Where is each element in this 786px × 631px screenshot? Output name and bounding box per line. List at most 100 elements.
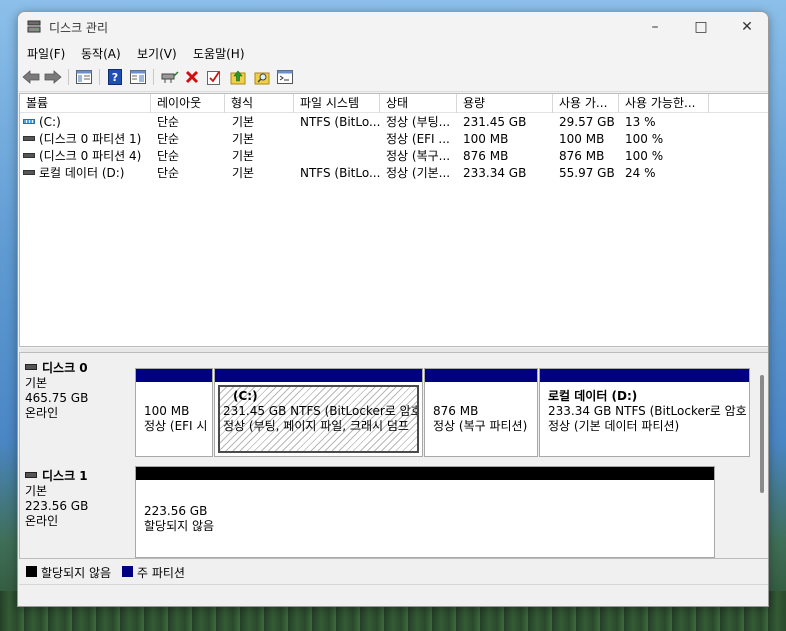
volume-type: 기본 — [232, 132, 255, 146]
volume-file-system: NTFS (BitLo... — [300, 166, 380, 180]
unallocated-legend-swatch — [26, 566, 37, 577]
volume-row[interactable]: (C:) 단순 기본 NTFS (BitLo... 정상 (부팅... 231.… — [20, 114, 768, 131]
volume-layout: 단순 — [157, 149, 180, 163]
disk-state: 온라인 — [25, 514, 59, 528]
volume-capacity: 100 MB — [463, 132, 509, 146]
volume-status: 정상 (EFI ... — [386, 132, 450, 146]
unallocated-space[interactable]: 223.56 GB 할당되지 않음 — [135, 466, 715, 558]
maximize-icon: □ — [694, 19, 708, 35]
up-folder-icon — [230, 70, 246, 85]
disk-map: 디스크 0 기본 465.75 GB 온라인 100 MB 정상 (EFI 시 … — [19, 352, 768, 559]
disk-map-scrollbar[interactable] — [760, 375, 764, 493]
partition-d[interactable]: 로컬 데이터 (D:) 233.34 GB NTFS (BitLocker로 암… — [539, 368, 750, 457]
toolbar-separator — [153, 69, 154, 85]
partition-body: 876 MB 정상 (복구 파티션) — [428, 385, 534, 453]
window-title: 디스크 관리 — [49, 21, 109, 35]
unallocated-legend-label: 할당되지 않음 — [41, 566, 112, 580]
close-icon: ✕ — [741, 19, 753, 35]
volume-row[interactable]: 로컬 데이터 (D:) 단순 기본 NTFS (BitLo... 정상 (기본.… — [20, 165, 768, 182]
primary-partition-legend-label: 주 파티션 — [137, 566, 185, 580]
show-pane-button[interactable] — [128, 67, 148, 87]
partition-efi[interactable]: 100 MB 정상 (EFI 시 — [135, 368, 213, 457]
minimize-icon: – — [651, 19, 659, 35]
volume-icon — [23, 153, 35, 158]
help-button[interactable]: ? — [105, 67, 125, 87]
column-volume[interactable]: 볼륨 — [20, 94, 151, 113]
menu-bar: 파일(F) 동작(A) 보기(V) 도움말(H) — [18, 42, 768, 64]
disk-name: 디스크 0 — [42, 361, 88, 375]
partition-status: 정상 (EFI 시 — [144, 419, 208, 433]
partition-name: 로컬 데이터 (D:) — [548, 389, 638, 403]
volume-row[interactable]: (디스크 0 파티션 4) 단순 기본 정상 (복구... 876 MB 876… — [20, 148, 768, 165]
column-file-system[interactable]: 파일 시스템 — [294, 94, 380, 113]
toolbar: ? — [18, 64, 768, 92]
volume-name: (디스크 0 파티션 4) — [39, 149, 142, 163]
column-percent-free[interactable]: 사용 가능한... — [619, 94, 709, 113]
help-icon: ? — [108, 69, 122, 85]
volume-name: 로컬 데이터 (D:) — [39, 166, 125, 180]
help-topics-button[interactable] — [275, 67, 295, 87]
delete-icon — [185, 70, 199, 84]
back-button[interactable] — [21, 67, 41, 87]
disk-type: 기본 — [25, 484, 48, 498]
forward-icon — [44, 70, 62, 84]
console-tree-button[interactable] — [74, 67, 94, 87]
volume-name-cell: (C:) — [23, 114, 151, 131]
volume-file-system — [300, 131, 380, 148]
partition-body: 로컬 데이터 (D:) 233.34 GB NTFS (BitLocker로 암… — [543, 385, 746, 453]
menu-action[interactable]: 동작(A) — [81, 45, 121, 62]
menu-view[interactable]: 보기(V) — [137, 45, 177, 62]
disk-size: 465.75 GB — [25, 391, 89, 405]
volume-list-header: 볼륨 레이아웃 형식 파일 시스템 상태 용량 사용 가... 사용 가능한..… — [20, 94, 768, 113]
close-button[interactable]: ✕ — [724, 12, 768, 42]
volume-name-cell: 로컬 데이터 (D:) — [23, 165, 151, 182]
partition-recovery[interactable]: 876 MB 정상 (복구 파티션) — [424, 368, 538, 457]
volume-percent-free: 100 % — [625, 149, 664, 163]
partition-size: 233.34 GB NTFS (BitLocker로 암호화 — [548, 404, 746, 418]
disk-1-label[interactable]: 디스크 1 기본 223.56 GB 온라인 — [25, 464, 137, 548]
disk-icon — [25, 471, 37, 478]
menu-file[interactable]: 파일(F) — [27, 45, 65, 62]
up-folder-button[interactable] — [228, 67, 248, 87]
svg-text:?: ? — [112, 71, 118, 84]
forward-button[interactable] — [43, 67, 63, 87]
volume-percent-free: 13 % — [625, 115, 656, 129]
title-bar: 디스크 관리 – □ ✕ — [18, 12, 768, 42]
volume-name: (C:) — [39, 115, 61, 129]
disk-type: 기본 — [25, 376, 48, 390]
partition-size: 100 MB — [144, 404, 190, 418]
partition-c[interactable]: (C:) 231.45 GB NTFS (BitLocker로 암호화 정상 (… — [214, 368, 423, 457]
volume-name: (디스크 0 파티션 1) — [39, 132, 142, 146]
properties-check-icon — [207, 71, 220, 85]
volume-free-space: 29.57 GB — [559, 115, 615, 129]
disk-0-label[interactable]: 디스크 0 기본 465.75 GB 온라인 — [25, 359, 137, 443]
delete-button[interactable] — [182, 67, 202, 87]
volume-layout: 단순 — [157, 132, 180, 146]
column-capacity[interactable]: 용량 — [457, 94, 553, 113]
connect-drive-button[interactable] — [160, 67, 180, 87]
search-folder-button[interactable] — [252, 67, 272, 87]
volume-type: 기본 — [232, 166, 255, 180]
toolbar-separator — [68, 69, 69, 85]
volume-row[interactable]: (디스크 0 파티션 1) 단순 기본 정상 (EFI ... 100 MB 1… — [20, 131, 768, 148]
column-status[interactable]: 상태 — [380, 94, 457, 113]
menu-help[interactable]: 도움말(H) — [193, 45, 245, 62]
primary-partition-bar — [540, 369, 749, 382]
column-layout[interactable]: 레이아웃 — [151, 94, 225, 113]
primary-partition-bar — [425, 369, 537, 382]
disk-management-app-icon — [27, 20, 41, 33]
column-free-space[interactable]: 사용 가... — [553, 94, 619, 113]
minimize-button[interactable]: – — [632, 12, 678, 42]
properties-button[interactable] — [204, 67, 224, 87]
maximize-button[interactable]: □ — [678, 12, 724, 42]
volume-name-cell: (디스크 0 파티션 4) — [23, 148, 151, 165]
disk-management-window: 디스크 관리 – □ ✕ 파일(F) 동작(A) 보기(V) 도움말(H) ? — [17, 11, 769, 607]
primary-partition-bar — [215, 369, 422, 382]
volume-layout: 단순 — [157, 115, 180, 129]
legend: 할당되지 않음 주 파티션 — [19, 561, 768, 583]
column-type[interactable]: 형식 — [225, 94, 294, 113]
partition-name: (C:) — [233, 389, 258, 403]
partition-body: 100 MB 정상 (EFI 시 — [139, 385, 209, 453]
volume-capacity: 231.45 GB — [463, 115, 527, 129]
console-tree-icon — [76, 70, 92, 84]
